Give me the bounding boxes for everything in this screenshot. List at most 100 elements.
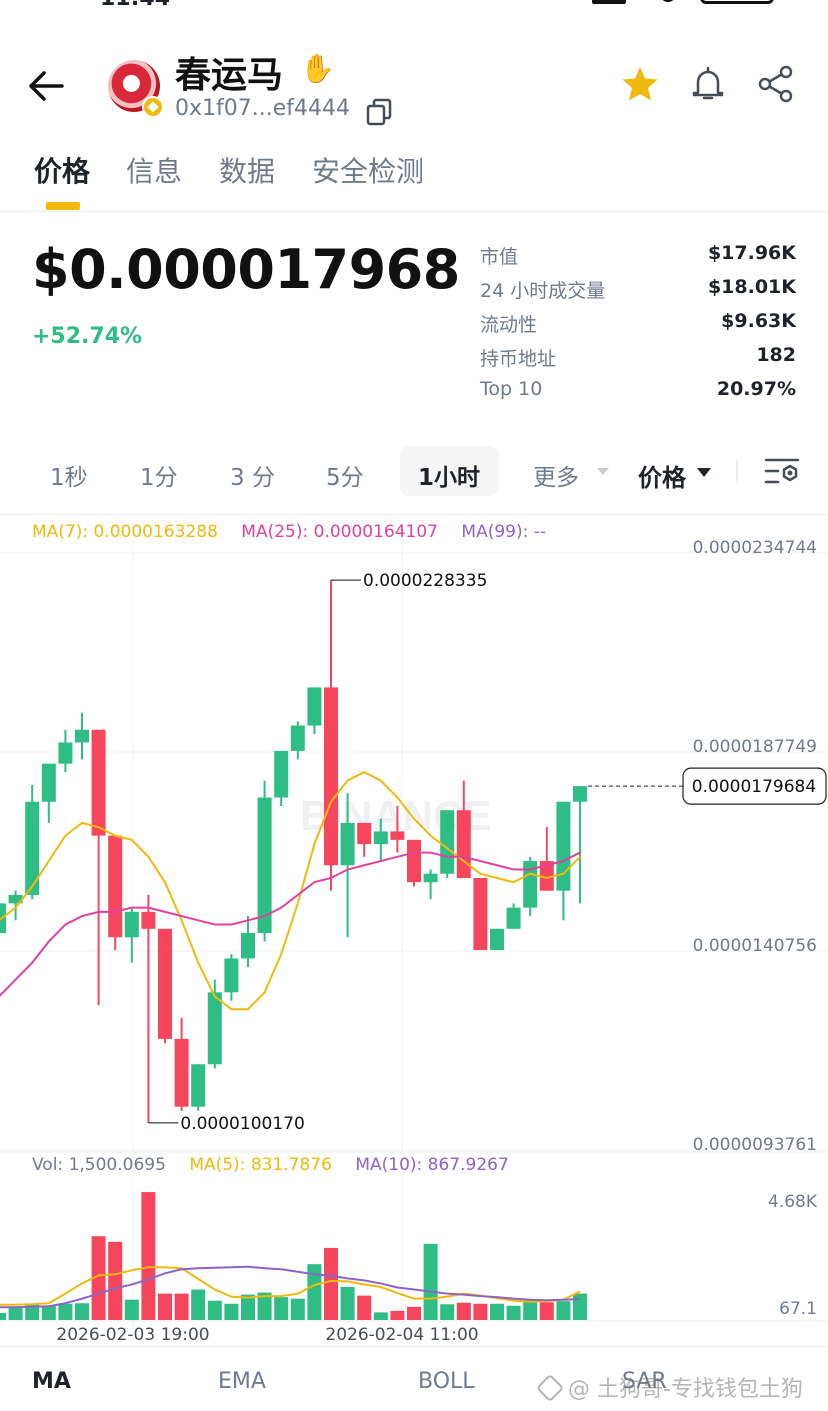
token-name: 春运马 — [175, 55, 284, 96]
battery-icon — [700, 0, 774, 4]
volume-bar — [390, 1310, 405, 1320]
divider — [0, 514, 828, 515]
tab-security-check[interactable]: 安全检测 — [312, 150, 424, 190]
last-price-label: 0.0000179684 — [692, 777, 816, 797]
volume-bar — [207, 1300, 222, 1320]
candle-up — [490, 928, 504, 950]
tab-data[interactable]: 数据 — [219, 150, 275, 190]
volume-bar — [556, 1301, 571, 1320]
candle-up — [207, 992, 222, 1065]
divider — [736, 460, 738, 482]
back-arrow-icon[interactable] — [26, 68, 66, 104]
detail-tabs: 价格 信息 数据 安全检测 — [0, 150, 828, 212]
candle-up — [25, 801, 40, 895]
share-icon[interactable] — [756, 64, 796, 104]
volume-axis-label: 4.68K — [768, 1192, 818, 1212]
candle-up — [191, 1064, 206, 1107]
tab-info[interactable]: 信息 — [126, 150, 182, 190]
wifi-icon — [660, 0, 676, 2]
watermark: @ 土狗哥-专找钱包土狗 — [535, 1371, 803, 1403]
interval-more[interactable]: 更多 — [533, 458, 579, 492]
candlestick-chart[interactable]: BINANCE0.00002347440.00001877490.0000140… — [0, 540, 828, 1346]
interval-1m[interactable]: 1分 — [140, 458, 178, 492]
indicator-boll[interactable]: BOLL — [418, 1369, 475, 1394]
stat-label: Top 10 — [480, 378, 543, 400]
volume-bar — [490, 1303, 504, 1320]
candle-up — [423, 873, 438, 883]
candle-down — [174, 1038, 189, 1107]
stat-label: 流动性 — [480, 314, 538, 336]
stat-row: Top 10 20.97% — [480, 374, 796, 408]
volume-bar — [539, 1302, 554, 1320]
volume-bar — [373, 1312, 388, 1320]
price-change: +52.74% — [32, 324, 143, 349]
bell-icon[interactable] — [688, 64, 728, 104]
candle-up — [41, 763, 56, 802]
stat-row: 持币地址 182 — [480, 340, 796, 374]
volume-bar — [75, 1303, 89, 1320]
stat-value: 182 — [756, 344, 796, 366]
hand-emoji-icon: ✋ — [300, 52, 335, 85]
candle-up — [58, 742, 73, 764]
candle-up — [573, 786, 587, 802]
volume-bar — [440, 1304, 455, 1320]
volume-bar — [407, 1306, 421, 1320]
stat-value: $9.63K — [721, 310, 796, 332]
indicator-tabs: MA EMA BOLL SAR @ 土狗哥-专找钱包土狗 — [0, 1346, 828, 1411]
stat-row: 24 小时成交量 $18.01K — [480, 272, 796, 306]
star-icon[interactable] — [620, 64, 660, 104]
candle-down — [158, 928, 172, 1039]
candle-down — [456, 810, 471, 878]
chart-settings-icon[interactable] — [764, 456, 800, 486]
ma25-legend: MA(25): 0.0000164107 — [241, 522, 439, 542]
price-type-selector[interactable]: 价格 — [638, 458, 686, 493]
candle-down — [473, 877, 488, 950]
status-bar: 11:44 — [0, 0, 828, 12]
time-axis-label: 2026-02-03 19:00 — [56, 1325, 209, 1345]
high-price-label: 0.0000228335 — [363, 571, 487, 591]
volume-bar — [307, 1264, 322, 1320]
volume-bar — [274, 1297, 289, 1320]
volume-bar — [224, 1303, 239, 1320]
ma7-legend: MA(7): 0.0000163288 — [32, 522, 218, 542]
market-stats: 市值 $17.96K 24 小时成交量 $18.01K 流动性 $9.63K 持… — [480, 238, 796, 408]
vol-ma5-legend: MA(5): 831.7876 — [189, 1155, 332, 1175]
volume-axis-label: 67.1 — [779, 1299, 817, 1319]
volume-bar — [191, 1289, 206, 1320]
candle-down — [141, 911, 156, 929]
interval-1h[interactable]: 1小时 — [418, 458, 480, 492]
interval-3m[interactable]: 3 分 — [230, 458, 275, 492]
volume-bar — [290, 1298, 305, 1320]
volume-bar — [58, 1303, 73, 1320]
candle-up — [274, 750, 289, 798]
stat-label: 24 小时成交量 — [480, 280, 606, 302]
candle-up — [373, 831, 388, 845]
candle-up — [124, 911, 139, 938]
tab-price[interactable]: 价格 — [34, 150, 90, 190]
low-price-label: 0.0000100170 — [180, 1114, 304, 1134]
volume-bar — [506, 1305, 521, 1320]
stat-value: $17.96K — [707, 242, 796, 264]
ma7-line — [0, 770, 581, 1011]
caret-down-icon — [697, 468, 711, 477]
interval-5m[interactable]: 5分 — [326, 458, 364, 492]
indicator-ma[interactable]: MA — [32, 1369, 71, 1394]
active-tab-indicator — [46, 202, 80, 210]
volume-bar — [573, 1293, 587, 1320]
candle-down — [357, 822, 372, 845]
volume-bar — [174, 1293, 189, 1320]
candle-up — [224, 958, 239, 993]
volume-bar — [324, 1247, 338, 1320]
copy-icon[interactable] — [366, 98, 392, 126]
volume-bar — [158, 1293, 172, 1320]
volume-bar — [124, 1299, 139, 1320]
candle-up — [440, 810, 455, 874]
stat-value: $18.01K — [707, 276, 796, 298]
ma-legend: MA(7): 0.0000163288 MA(25): 0.0000164107… — [32, 522, 564, 542]
price-axis-label: 0.0000234744 — [693, 540, 817, 558]
volume-bar — [357, 1295, 372, 1320]
interval-1s[interactable]: 1秒 — [50, 458, 88, 492]
indicator-ema[interactable]: EMA — [218, 1369, 266, 1394]
volume-bar — [473, 1303, 488, 1320]
volume-legend: Vol: 1,500.0695 MA(5): 831.7876 MA(10): … — [32, 1155, 527, 1175]
